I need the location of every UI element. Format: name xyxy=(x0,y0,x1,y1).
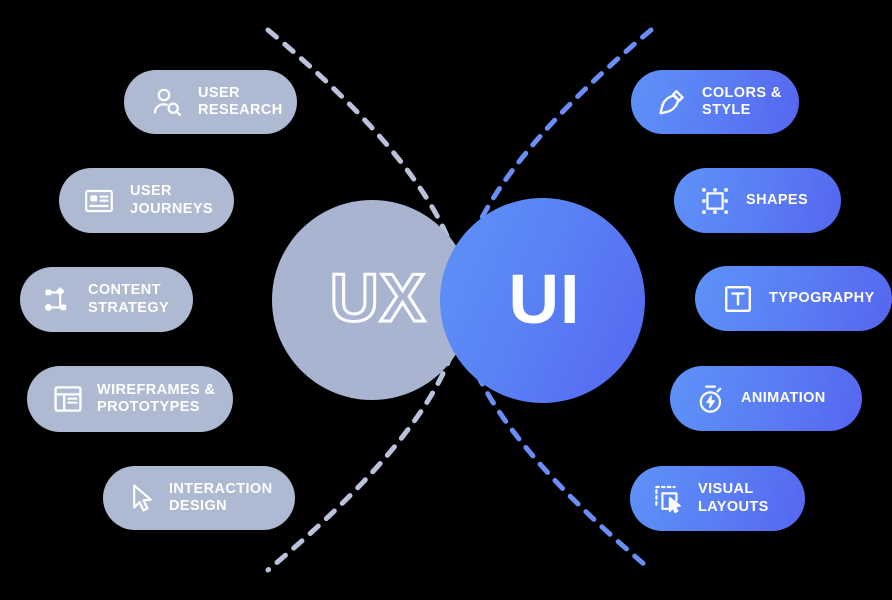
pill-user-research[interactable]: USER RESEARCH xyxy=(124,70,297,134)
pill-interaction-design[interactable]: INTERACTION DESIGN xyxy=(103,466,295,530)
pill-label: INTERACTION DESIGN xyxy=(169,480,273,514)
pill-label: VISUAL LAYOUTS xyxy=(698,481,769,515)
text-t-icon xyxy=(721,282,755,316)
pill-visual-layouts[interactable]: VISUAL LAYOUTS xyxy=(630,466,805,531)
pill-wireframes-prototypes[interactable]: WIREFRAMES & PROTOTYPES xyxy=(27,366,233,432)
pill-label: ANIMATION xyxy=(741,389,826,406)
pill-colors-style[interactable]: COLORS & STYLE xyxy=(631,70,799,134)
pill-label: USER JOURNEYS xyxy=(130,183,213,217)
stopwatch-bolt-icon xyxy=(694,382,728,416)
ui-core-label: UI xyxy=(508,259,581,338)
cursor-arrow-icon xyxy=(125,481,159,515)
paintbrush-icon xyxy=(655,85,689,119)
node-flow-icon xyxy=(42,283,76,317)
pill-content-strategy[interactable]: CONTENT STRATEGY xyxy=(20,267,193,332)
pill-label: TYPOGRAPHY xyxy=(769,289,875,306)
user-search-icon xyxy=(150,85,184,119)
select-cursor-icon xyxy=(652,482,686,516)
pill-animation[interactable]: ANIMATION xyxy=(670,366,862,431)
pill-label: CONTENT STRATEGY xyxy=(88,282,170,316)
pill-user-journeys[interactable]: USER JOURNEYS xyxy=(59,168,234,233)
infographic-canvas: UX UI USER RESEARCH USER JOURNEYS CONTEN… xyxy=(0,0,892,600)
pill-label: SHAPES xyxy=(746,191,809,208)
wireframe-layout-icon xyxy=(51,382,85,416)
transform-square-icon xyxy=(698,184,732,218)
ui-core-circle[interactable]: UI xyxy=(440,198,645,403)
ux-core-label: UX xyxy=(328,260,427,336)
pill-label: COLORS & STYLE xyxy=(702,84,782,118)
pill-shapes[interactable]: SHAPES xyxy=(674,168,841,233)
id-card-icon xyxy=(82,184,116,218)
pill-typography[interactable]: TYPOGRAPHY xyxy=(695,266,892,331)
pill-label: WIREFRAMES & PROTOTYPES xyxy=(97,381,216,415)
pill-label: USER RESEARCH xyxy=(198,84,283,118)
